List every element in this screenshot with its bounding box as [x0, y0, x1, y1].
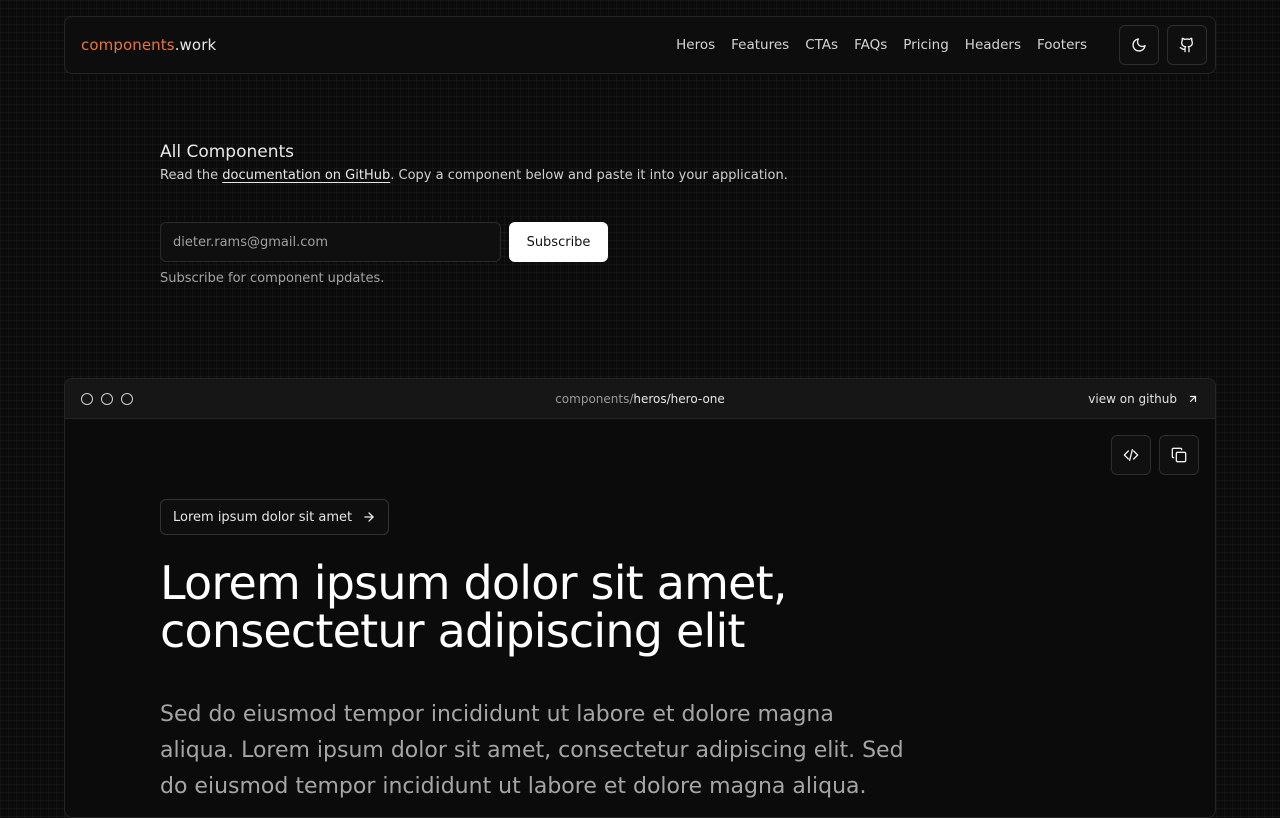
- intro-desc-prefix: Read the: [160, 168, 223, 183]
- moon-icon: [1132, 38, 1146, 52]
- arrow-right-icon: [364, 512, 374, 522]
- brand-logo[interactable]: components.work: [81, 36, 216, 54]
- preview-titlebar: components/heros/hero-one view on github: [65, 379, 1215, 419]
- intro-section: All Components Read the documentation on…: [160, 142, 960, 183]
- intro-description: Read the documentation on GitHub. Copy a…: [160, 168, 960, 183]
- arrow-up-right-icon: [1189, 395, 1197, 402]
- window-dot: [101, 392, 113, 405]
- component-path: components/heros/hero-one: [555, 392, 725, 406]
- brand-rest: .work: [174, 36, 217, 54]
- github-icon: [1179, 37, 1194, 53]
- path-prefix: components/: [555, 391, 634, 406]
- nav-links: Heros Features CTAs FAQs Pricing Headers…: [676, 37, 1087, 53]
- nav-link-pricing[interactable]: Pricing: [903, 37, 949, 53]
- subscribe-button[interactable]: Subscribe: [509, 222, 608, 262]
- hero-title: Lorem ipsum dolor sit amet, consectetur …: [160, 556, 788, 658]
- intro-desc-suffix: . Copy a component below and paste it in…: [390, 168, 788, 183]
- hero-badge[interactable]: Lorem ipsum dolor sit amet: [160, 499, 390, 535]
- nav-link-ctas[interactable]: CTAs: [805, 37, 838, 53]
- theme-toggle-button[interactable]: [1119, 25, 1159, 65]
- brand-accent: components: [81, 36, 175, 54]
- window-dot: [121, 392, 133, 405]
- nav-link-faqs[interactable]: FAQs: [854, 37, 887, 53]
- subscribe-form: Subscribe: [160, 222, 608, 262]
- page-title: All Components: [160, 142, 295, 162]
- window-dot: [81, 392, 93, 405]
- view-on-github-link[interactable]: view on github: [1088, 392, 1199, 406]
- component-preview-window: components/heros/hero-one view on github…: [64, 378, 1216, 818]
- hero-badge-label: Lorem ipsum dolor sit amet: [173, 509, 353, 525]
- navbar: components.work Heros Features CTAs FAQs…: [64, 16, 1216, 74]
- nav-link-footers[interactable]: Footers: [1037, 37, 1087, 53]
- nav-link-headers[interactable]: Headers: [965, 37, 1021, 53]
- view-code-button[interactable]: [1111, 435, 1151, 475]
- copy-icon: [1171, 447, 1187, 463]
- nav-link-features[interactable]: Features: [731, 37, 789, 53]
- github-button[interactable]: [1167, 25, 1207, 65]
- nav-link-heros[interactable]: Heros: [676, 37, 715, 53]
- email-input[interactable]: [160, 222, 501, 262]
- copy-button[interactable]: [1159, 435, 1199, 475]
- view-on-github-label: view on github: [1088, 391, 1177, 406]
- hero-text: Sed do eiusmod tempor incididunt ut labo…: [160, 702, 904, 799]
- subscribe-hint: Subscribe for component updates.: [160, 271, 385, 286]
- path-name: heros/hero-one: [633, 391, 725, 406]
- documentation-link[interactable]: documentation on GitHub: [222, 168, 390, 183]
- code-icon: [1123, 449, 1139, 461]
- window-dots: [81, 392, 133, 405]
